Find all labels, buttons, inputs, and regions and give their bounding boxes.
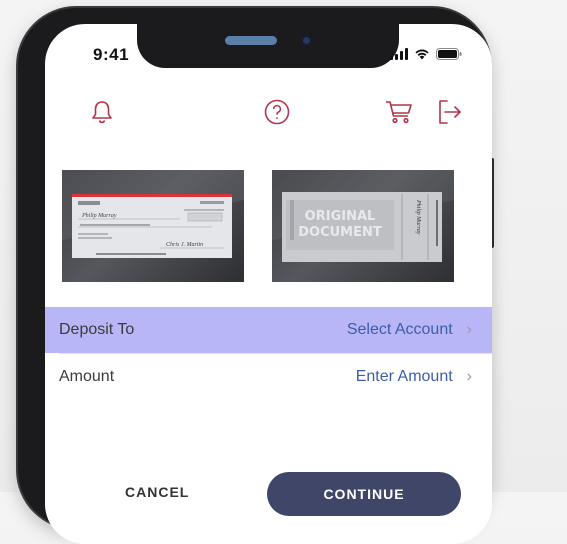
phone-frame: 9:41 Philip Murray Chris J. Martin ORIGI…: [18, 8, 494, 544]
amount-row[interactable]: Amount Enter Amount ›: [45, 354, 492, 400]
app-screen: 9:41 Philip Murray Chris J. Martin ORIGI…: [45, 24, 492, 544]
cart-icon[interactable]: [383, 96, 415, 128]
deposit-to-label: Deposit To: [59, 321, 135, 338]
front-camera: [301, 35, 312, 46]
bell-icon[interactable]: [86, 96, 118, 128]
continue-button[interactable]: CONTINUE: [267, 472, 461, 516]
check-front-image[interactable]: Philip Murray Chris J. Martin: [62, 170, 244, 282]
battery-icon: [436, 48, 462, 60]
logout-icon[interactable]: [433, 96, 465, 128]
back-watermark-line1: ORIGINAL: [305, 209, 376, 224]
status-icons: [390, 48, 462, 60]
cancel-button[interactable]: CANCEL: [125, 484, 189, 500]
check-payee-text: Philip Murray: [81, 213, 117, 219]
back-endorsement-text: Philip Murray: [415, 199, 421, 235]
select-account-value[interactable]: Select Account: [347, 321, 453, 339]
help-icon[interactable]: [261, 96, 293, 128]
earpiece-speaker: [225, 36, 277, 45]
wifi-icon: [414, 48, 430, 60]
check-signature-text: Chris J. Martin: [166, 242, 203, 248]
notch: [137, 24, 399, 68]
chevron-right-icon: ›: [466, 368, 472, 385]
enter-amount-value[interactable]: Enter Amount: [356, 368, 453, 386]
status-time: 9:41: [93, 45, 130, 64]
back-watermark-line2: DOCUMENT: [298, 225, 382, 240]
chevron-right-icon: ›: [466, 321, 472, 338]
check-back-image[interactable]: ORIGINAL DOCUMENT Philip Murray: [272, 170, 454, 282]
signal-icon: [390, 48, 408, 60]
amount-label: Amount: [59, 368, 115, 385]
deposit-to-row[interactable]: Deposit To Select Account ›: [45, 307, 492, 353]
